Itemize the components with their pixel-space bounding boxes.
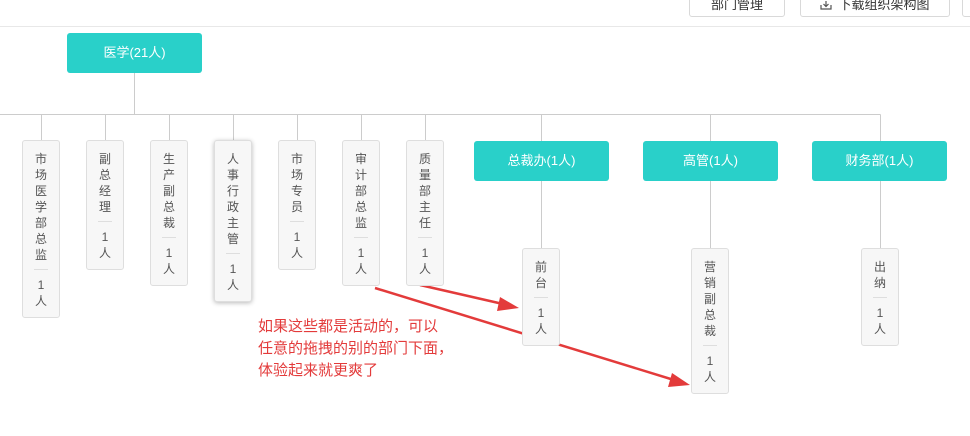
- position-count: 1人: [226, 253, 240, 301]
- position-card[interactable]: 市场医学部总监 1人: [22, 140, 60, 318]
- position-title: 审计部总监: [354, 152, 367, 230]
- position-count: 1人: [873, 297, 887, 345]
- position-card[interactable]: 前台 1人: [522, 248, 560, 346]
- position-card[interactable]: 质量部主任 1人: [406, 140, 444, 286]
- position-card[interactable]: 生产副总裁 1人: [150, 140, 188, 286]
- position-title: 出纳: [873, 260, 886, 290]
- dept-box[interactable]: 高管(1人): [643, 141, 778, 181]
- position-title: 人事行政主管: [226, 152, 239, 246]
- position-count: 1人: [418, 237, 432, 285]
- position-card[interactable]: 出纳 1人: [861, 248, 899, 346]
- annotation-line: 体验起来就更爽了: [258, 362, 379, 379]
- dept-box[interactable]: 总裁办(1人): [474, 141, 609, 181]
- position-count: 1人: [290, 221, 304, 269]
- position-title: 前台: [534, 260, 547, 290]
- position-title: 质量部主任: [418, 152, 431, 230]
- position-card[interactable]: 审计部总监 1人: [342, 140, 380, 286]
- dept-root-label: 医学(21人): [103, 45, 166, 60]
- dept-label: 财务部(1人): [845, 153, 914, 168]
- position-count: 1人: [534, 297, 548, 345]
- dept-label: 总裁办(1人): [507, 153, 576, 168]
- position-count: 1人: [703, 345, 717, 393]
- position-count: 1人: [98, 221, 112, 269]
- position-count: 1人: [354, 237, 368, 285]
- annotation-text: 如果这些都是活动的，可以 任意的拖拽的别的部门下面， 体验起来就更爽了: [258, 316, 508, 382]
- position-count: 1人: [162, 237, 176, 285]
- position-card[interactable]: 市场专员 1人: [278, 140, 316, 270]
- dept-root[interactable]: 医学(21人): [67, 33, 202, 73]
- dept-label: 高管(1人): [683, 153, 738, 168]
- annotation-line: 任意的拖拽的别的部门下面，: [258, 340, 454, 357]
- position-card[interactable]: 副总经理 1人: [86, 140, 124, 270]
- position-count: 1人: [34, 269, 48, 317]
- position-title: 市场专员: [290, 152, 303, 214]
- position-title: 市场医学部总监: [34, 152, 47, 262]
- position-title: 营销副总裁: [703, 260, 716, 338]
- position-title: 副总经理: [98, 152, 111, 214]
- dept-box[interactable]: 财务部(1人): [812, 141, 947, 181]
- position-title: 生产副总裁: [162, 152, 175, 230]
- position-card[interactable]: 营销副总裁 1人: [691, 248, 729, 394]
- position-card[interactable]: 人事行政主管 1人: [214, 140, 252, 302]
- annotation-line: 如果这些都是活动的，可以: [258, 318, 439, 335]
